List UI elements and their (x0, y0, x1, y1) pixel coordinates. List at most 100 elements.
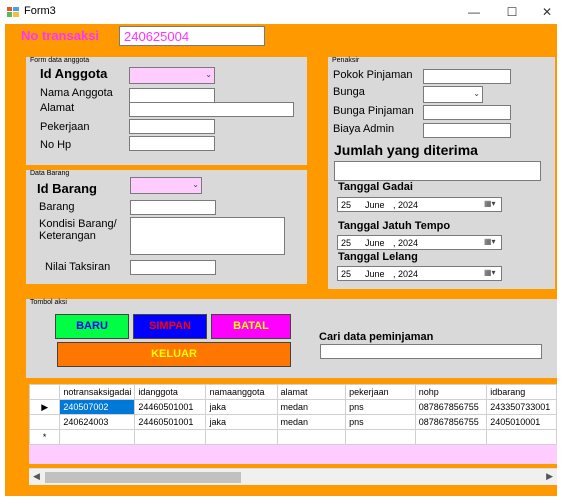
bunga-pinjaman-label: Bunga Pinjaman (333, 105, 414, 117)
calendar-dropdown-icon[interactable]: ▦▾ (484, 237, 498, 248)
nohp-input[interactable] (129, 136, 215, 151)
pokok-pinjaman-label: Pokok Pinjaman (333, 69, 413, 81)
keterangan-label: Keterangan (39, 230, 96, 242)
data-table: notransaksigadai idanggota namaanggota a… (28, 384, 557, 445)
table-cell[interactable]: medan (276, 399, 347, 415)
date-year: , 2024 (393, 238, 419, 248)
form-body: No transaksi 240625004 Form data anggota… (5, 24, 557, 496)
group-aksi-title: Tombol aksi (30, 299, 67, 306)
date-month: June (365, 238, 385, 248)
biaya-admin-label: Biaya Admin (333, 123, 395, 135)
tanggal-lelang-label: Tanggal Lelang (338, 251, 418, 263)
tanggal-jatuh-tempo-picker[interactable]: 25 June , 2024 ▦▾ (337, 235, 502, 250)
date-year: , 2024 (393, 200, 419, 210)
table-cell[interactable]: 243350733001 (486, 399, 557, 415)
data-grid[interactable]: notransaksigadai idanggota namaanggota a… (28, 384, 557, 464)
table-cell[interactable] (486, 429, 557, 445)
date-day: 25 (341, 269, 352, 279)
keluar-button[interactable]: KELUAR (57, 342, 291, 367)
horizontal-scrollbar[interactable]: ◀ ▶ (29, 468, 557, 485)
table-cell[interactable]: 24460501001 (134, 399, 207, 415)
pekerjaan-input[interactable] (129, 119, 215, 134)
barang-label: Barang (39, 201, 75, 213)
date-year: , 2024 (393, 269, 419, 279)
alamat-label: Alamat (40, 102, 75, 114)
table-cell[interactable]: 087867856755 (414, 414, 488, 430)
col-header[interactable]: alamat (276, 384, 347, 400)
table-row[interactable]: ▶ 240507002 24460501001 jaka medan pns 0… (28, 399, 557, 415)
table-cell[interactable] (205, 429, 278, 445)
no-transaksi-label: No transaksi (21, 28, 100, 43)
date-day: 25 (341, 238, 352, 248)
table-cell[interactable] (414, 429, 488, 445)
baru-button[interactable]: BARU (55, 314, 129, 339)
table-new-row[interactable]: * (28, 429, 557, 445)
date-month: June (365, 200, 385, 210)
col-header[interactable]: idanggota (134, 384, 207, 400)
barang-input[interactable] (130, 200, 216, 215)
row-header[interactable] (28, 414, 61, 430)
col-header[interactable]: nohp (414, 384, 488, 400)
nama-anggota-input[interactable] (129, 88, 215, 103)
table-cell[interactable]: 240507002 (59, 399, 136, 415)
id-anggota-combo[interactable]: ⌄ (129, 67, 215, 84)
pokok-pinjaman-input[interactable] (423, 69, 511, 84)
table-cell[interactable]: medan (276, 414, 347, 430)
table-cell[interactable]: 24460501001 (134, 414, 207, 430)
tanggal-lelang-picker[interactable]: 25 June , 2024 ▦▾ (337, 266, 502, 281)
scroll-right-icon[interactable]: ▶ (546, 471, 553, 482)
minimize-button[interactable]: — (459, 2, 489, 22)
table-cell[interactable]: 087867856755 (414, 399, 488, 415)
close-button[interactable]: ✕ (532, 2, 562, 22)
kondisi-textarea[interactable] (130, 217, 285, 255)
table-cell[interactable] (345, 429, 416, 445)
chevron-down-icon: ⌄ (205, 70, 212, 79)
tanggal-gadai-picker[interactable]: 25 June , 2024 ▦▾ (337, 197, 502, 212)
table-cell[interactable]: jaka (205, 399, 278, 415)
date-day: 25 (341, 200, 352, 210)
cari-data-label: Cari data peminjaman (319, 331, 434, 343)
window-title: Form3 (24, 5, 56, 17)
cari-data-input[interactable] (320, 344, 542, 359)
table-cell[interactable] (59, 429, 136, 445)
bunga-combo[interactable]: ⌄ (423, 86, 483, 103)
col-header[interactable]: namaanggota (205, 384, 278, 400)
tanggal-gadai-label: Tanggal Gadai (338, 181, 413, 193)
table-cell[interactable]: pns (345, 399, 416, 415)
calendar-dropdown-icon[interactable]: ▦▾ (484, 199, 498, 210)
col-header[interactable]: pekerjaan (345, 384, 416, 400)
tanggal-jatuh-tempo-label: Tanggal Jatuh Tempo (338, 220, 451, 232)
bunga-pinjaman-input[interactable] (423, 105, 511, 120)
table-header-row: notransaksigadai idanggota namaanggota a… (28, 384, 557, 400)
biaya-admin-input[interactable] (423, 123, 511, 138)
group-aksi: Tombol aksi BARU SIMPAN BATAL KELUAR Car… (26, 299, 557, 378)
table-row[interactable]: 240624003 24460501001 jaka medan pns 087… (28, 414, 557, 430)
alamat-input[interactable] (129, 102, 294, 117)
simpan-button[interactable]: SIMPAN (133, 314, 207, 339)
group-barang: Data Barang Id Barang ⌄ Barang Kondisi B… (26, 170, 307, 284)
id-anggota-label: Id Anggota (40, 66, 108, 81)
calendar-dropdown-icon[interactable]: ▦▾ (484, 268, 498, 279)
current-row-marker[interactable]: ▶ (28, 399, 61, 415)
nilai-taksiran-input[interactable] (130, 260, 216, 275)
table-cell[interactable] (134, 429, 207, 445)
new-row-marker[interactable]: * (28, 429, 61, 445)
batal-button[interactable]: BATAL (211, 314, 291, 339)
jumlah-diterima-input[interactable] (334, 161, 541, 181)
col-header[interactable]: notransaksigadai (59, 384, 136, 400)
bunga-label: Bunga (333, 86, 365, 98)
table-cell[interactable]: 2405010001 (486, 414, 557, 430)
table-cell[interactable]: pns (345, 414, 416, 430)
table-cell[interactable]: jaka (205, 414, 278, 430)
table-cell[interactable]: 240624003 (59, 414, 136, 430)
kondisi-label: Kondisi Barang/ (39, 218, 117, 230)
id-barang-combo[interactable]: ⌄ (130, 177, 202, 194)
maximize-button[interactable]: ☐ (497, 2, 527, 22)
jumlah-diterima-label: Jumlah yang diterima (334, 142, 478, 158)
no-transaksi-input[interactable]: 240625004 (119, 26, 265, 46)
scroll-thumb[interactable] (45, 472, 241, 483)
app-icon (7, 7, 19, 17)
scroll-left-icon[interactable]: ◀ (33, 471, 40, 482)
col-header[interactable]: idbarang (486, 384, 557, 400)
table-cell[interactable] (276, 429, 347, 445)
